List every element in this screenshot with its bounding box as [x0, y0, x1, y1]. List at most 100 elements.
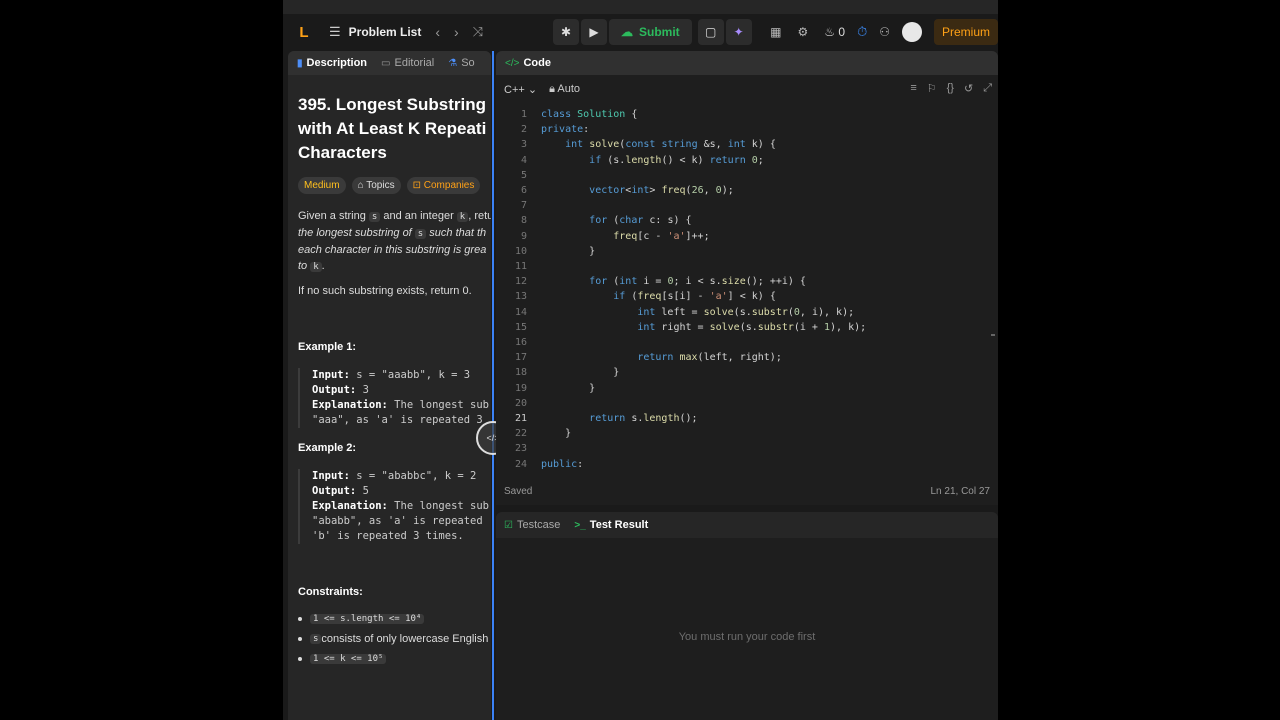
- desc-text: the longest substring of: [298, 227, 415, 239]
- code-line[interactable]: 18 }: [496, 365, 991, 380]
- nav-left: L ☰ Problem List ‹ › ⤨: [283, 23, 483, 41]
- bookmark-icon[interactable]: ⚐: [927, 82, 937, 95]
- line-number: 5: [520, 169, 527, 181]
- code-line[interactable]: 11: [496, 259, 991, 274]
- code-editor[interactable]: 1 class Solution {2 private: 3 int solve(co…: [496, 107, 991, 472]
- inline-code: s: [310, 634, 322, 644]
- code-line[interactable]: 6 vector<int> freq(26, 0);: [496, 183, 991, 198]
- code-line[interactable]: 13 if (freq[s[i] - 'a'] < k) {: [496, 289, 991, 304]
- code-line[interactable]: 2 private:: [496, 122, 991, 137]
- code-line[interactable]: 12 for (int i = 0; i < s.size(); ++i) {: [496, 274, 991, 289]
- example-value: The longest sub: [387, 500, 490, 512]
- flask-icon: ⚗: [448, 57, 458, 69]
- code-toolbar: C++ ⌄ 🔒︎ Auto ≡ ⚐ {} ↺ ⤢: [496, 75, 998, 103]
- debug-button[interactable]: ✱: [553, 19, 579, 45]
- code-line[interactable]: 19 }: [496, 381, 991, 396]
- tab-test-result[interactable]: >_ Test Result: [574, 519, 648, 531]
- problem-list-link[interactable]: Problem List: [349, 25, 422, 39]
- example-label: Output:: [312, 485, 357, 497]
- code-line[interactable]: 21 return s.length();: [496, 411, 991, 426]
- line-number: 22: [514, 428, 527, 440]
- example-2-heading: Example 2:: [298, 442, 357, 454]
- example-label: Explanation:: [312, 399, 388, 411]
- reset-icon[interactable]: ↺: [964, 82, 973, 95]
- code-line[interactable]: 14 int left = solve(s.substr(0, i), k);: [496, 305, 991, 320]
- code-line[interactable]: 4 if (s.length() < k) return 0;: [496, 153, 991, 168]
- code-text: freq[c - 'a']++;: [613, 230, 710, 242]
- prev-problem-icon[interactable]: ‹: [435, 24, 440, 40]
- add-friend-icon[interactable]: ⚇: [879, 25, 890, 39]
- code-line[interactable]: 20: [496, 396, 991, 411]
- sparkle-icon: ✦: [733, 25, 744, 39]
- layout-icon[interactable]: ▦: [770, 25, 781, 39]
- streak-counter[interactable]: ♨ 0: [824, 25, 845, 39]
- leetcode-logo-icon[interactable]: L: [295, 23, 313, 41]
- language-select[interactable]: C++ ⌄: [504, 83, 537, 96]
- description-panel: ▮ Description ▭ Editorial ⚗ So 395. Longest…: [288, 51, 491, 720]
- code-line[interactable]: 24 public:: [496, 457, 991, 472]
- tab-description-label: Description: [306, 57, 368, 69]
- tab-testcase-label: Testcase: [516, 519, 561, 531]
- title-line: with At Least K Repeati: [298, 119, 487, 138]
- inline-code: s: [414, 229, 427, 239]
- line-number: 4: [520, 154, 527, 166]
- braces-icon[interactable]: {}: [947, 82, 954, 95]
- scrollbar-marker[interactable]: [991, 334, 995, 336]
- desc-line-4: to k.: [298, 258, 491, 275]
- run-button[interactable]: ▶: [581, 19, 607, 45]
- code-line[interactable]: 17 return max(left, right);: [496, 350, 991, 365]
- description-tabs: ▮ Description ▭ Editorial ⚗ So: [288, 51, 491, 75]
- companies-button[interactable]: ⊡ Companies: [406, 177, 481, 194]
- title-line: 395. Longest Substring: [298, 95, 486, 114]
- line-number: 18: [514, 367, 527, 379]
- cloud-upload-icon: ☁: [621, 25, 633, 39]
- premium-button[interactable]: Premium: [933, 19, 998, 45]
- tab-solutions-label: So: [461, 57, 475, 69]
- avatar[interactable]: [901, 22, 922, 42]
- editor-status-bar: Saved Ln 21, Col 27: [496, 481, 998, 501]
- next-problem-icon[interactable]: ›: [454, 24, 459, 40]
- tab-testcase[interactable]: ☑ Testcase: [504, 519, 560, 531]
- line-number: 1: [520, 109, 527, 120]
- code-line[interactable]: 9 freq[c - 'a']++;: [496, 229, 991, 244]
- code-line[interactable]: 16: [496, 335, 991, 350]
- timer-icon[interactable]: ⏱: [857, 24, 867, 40]
- page-title[interactable]: 395. Longest Substring with At Least K R…: [298, 93, 486, 165]
- constraints-list: 1 <= s.length <= 10⁴ s consists of only …: [298, 614, 488, 673]
- settings-gear-icon[interactable]: ⚙: [798, 25, 809, 39]
- code-line[interactable]: 23: [496, 441, 991, 456]
- tab-description[interactable]: ▮ Description: [297, 57, 367, 69]
- tab-test-result-label: Test Result: [589, 519, 649, 531]
- code-line[interactable]: 10 }: [496, 244, 991, 259]
- code-line[interactable]: 1 class Solution {: [496, 107, 991, 122]
- submit-button[interactable]: ☁ Submit: [609, 19, 692, 45]
- line-number: 10: [514, 245, 527, 257]
- list-item: 1 <= k <= 10⁵: [298, 654, 488, 664]
- constraints-heading: Constraints:: [298, 586, 363, 598]
- auto-mode[interactable]: 🔒︎ Auto: [549, 83, 580, 96]
- code-line[interactable]: 7: [496, 198, 991, 213]
- bullet: [298, 637, 302, 641]
- tab-editorial[interactable]: ▭ Editorial: [381, 57, 434, 69]
- example-1-heading: Example 1:: [298, 341, 357, 353]
- panel-divider[interactable]: [492, 51, 494, 720]
- list-icon[interactable]: ☰: [329, 24, 341, 40]
- code-line[interactable]: 15 int right = solve(s.substr(i + 1), k)…: [496, 320, 991, 335]
- difficulty-badge: Medium: [298, 177, 346, 194]
- expand-icon[interactable]: ⤢: [983, 82, 992, 95]
- shuffle-icon[interactable]: ⤨: [473, 24, 483, 40]
- tab-code[interactable]: Code: [523, 57, 551, 69]
- tab-solutions[interactable]: ⚗ So: [448, 57, 474, 69]
- ai-button[interactable]: ✦: [725, 19, 752, 45]
- topics-button[interactable]: ⌂ Topics: [351, 177, 401, 194]
- code-line[interactable]: 5: [496, 168, 991, 183]
- code-line[interactable]: 8 for (char c: s) {: [496, 213, 991, 228]
- note-button[interactable]: ▢: [697, 19, 724, 45]
- format-icon[interactable]: ≡: [910, 82, 916, 95]
- example-line: Explanation: The longest sub: [312, 499, 489, 514]
- example-value: The longest sub: [387, 399, 490, 411]
- code-line[interactable]: 22 }: [496, 426, 991, 441]
- problem-badges: Medium ⌂ Topics ⊡ Companies: [298, 177, 486, 194]
- code-line[interactable]: 3 int solve(const string &s, int k) {: [496, 137, 991, 152]
- line-number: 15: [514, 321, 527, 333]
